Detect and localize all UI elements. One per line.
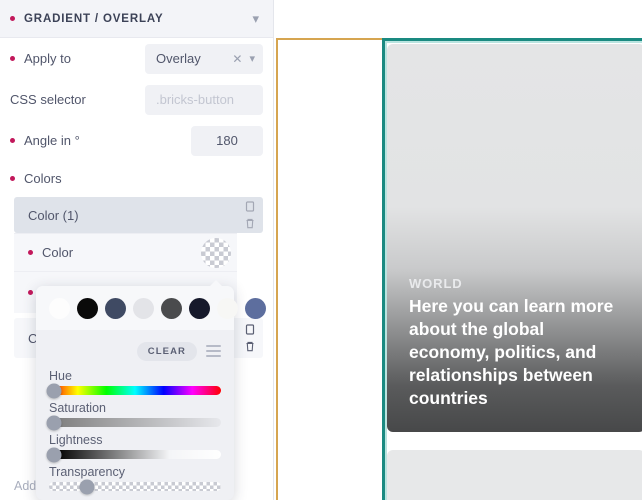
clear-button[interactable]: CLEAR: [136, 341, 197, 361]
modified-marker-dot: [10, 56, 15, 61]
panel-header[interactable]: GRADIENT / OVERLAY ▾: [0, 0, 273, 38]
color-group-title[interactable]: Color (1): [14, 197, 237, 233]
apply-to-value: Overlay: [156, 51, 201, 66]
row-angle: Angle in ° 180: [0, 120, 273, 161]
row-apply-to: Apply to Overlay ✕ ▾: [0, 38, 273, 79]
apply-to-select[interactable]: Overlay ✕ ▾: [145, 43, 263, 74]
color-group-tools: [237, 197, 263, 233]
modified-marker-dot: [28, 290, 33, 295]
color-row: Color: [14, 233, 237, 271]
css-selector-label: CSS selector: [10, 92, 86, 107]
settings-panel: GRADIENT / OVERLAY ▾ Apply to Overlay ✕ …: [0, 0, 274, 500]
preview-card-text: WORLD Here you can learn more about the …: [409, 276, 627, 410]
saturation-slider[interactable]: [46, 415, 221, 430]
copy-icon[interactable]: [245, 201, 256, 213]
css-selector-input[interactable]: .bricks-button: [145, 84, 263, 115]
canvas-preview: WORLD Here you can learn more about the …: [274, 0, 642, 500]
palette-swatch[interactable]: [77, 297, 98, 319]
modified-marker-dot: [10, 138, 15, 143]
color-picker-popup: CLEAR Hue Saturation Lightness Transpare…: [36, 280, 266, 500]
angle-label: Angle in °: [10, 133, 191, 148]
chevron-down-icon[interactable]: ▾: [249, 52, 255, 65]
palette-swatch[interactable]: [49, 297, 70, 319]
palette-swatch[interactable]: [105, 297, 126, 319]
card-headline: Here you can learn more about the global…: [409, 296, 614, 409]
row-colors: Colors: [0, 161, 273, 195]
picker-toolbar: CLEAR: [49, 339, 221, 363]
app-root: GRADIENT / OVERLAY ▾ Apply to Overlay ✕ …: [0, 0, 642, 500]
card-eyebrow: WORLD: [409, 276, 463, 292]
palette-swatch[interactable]: [217, 297, 238, 319]
color-group-tools-2: [237, 318, 263, 358]
hue-label: Hue: [49, 369, 72, 383]
lightness-label: Lightness: [49, 433, 103, 447]
saturation-label: Saturation: [49, 401, 106, 415]
transparency-slider-knob[interactable]: [79, 479, 95, 494]
palette-swatch[interactable]: [161, 297, 182, 319]
modified-marker-dot: [10, 175, 15, 181]
trash-icon[interactable]: [245, 218, 255, 229]
saturation-slider-knob[interactable]: [46, 415, 62, 430]
picker-body: CLEAR Hue Saturation Lightness Transpare…: [36, 330, 234, 494]
transparency-slider[interactable]: [49, 479, 221, 494]
chevron-down-icon[interactable]: ▾: [252, 12, 259, 25]
modified-marker-dot: [28, 250, 33, 255]
row-css-selector: CSS selector .bricks-button: [0, 79, 273, 120]
lightness-slider[interactable]: [46, 447, 221, 462]
hue-slider-knob[interactable]: [46, 383, 62, 398]
preview-card[interactable]: WORLD Here you can learn more about the …: [387, 44, 642, 432]
close-icon[interactable]: ✕: [232, 52, 242, 66]
color-row-label: Color: [28, 245, 201, 260]
swatch-palette: [36, 286, 266, 330]
hue-slider[interactable]: [46, 383, 221, 398]
palette-swatch[interactable]: [245, 297, 266, 319]
palette-swatch[interactable]: [133, 297, 154, 319]
page-title: GRADIENT / OVERLAY: [24, 12, 164, 25]
lightness-slider-knob[interactable]: [46, 447, 62, 462]
modified-marker-dot: [10, 16, 15, 21]
apply-to-label: Apply to: [10, 51, 145, 66]
color-swatch-button[interactable]: [201, 237, 231, 268]
angle-input[interactable]: 180: [191, 125, 263, 156]
transparency-label: Transparency: [49, 465, 125, 479]
colors-label: Colors: [10, 171, 263, 186]
hamburger-icon[interactable]: [206, 344, 221, 358]
copy-icon[interactable]: [245, 324, 256, 336]
preview-card-secondary[interactable]: [387, 450, 642, 500]
palette-swatch[interactable]: [189, 297, 210, 319]
trash-icon[interactable]: [245, 341, 255, 352]
